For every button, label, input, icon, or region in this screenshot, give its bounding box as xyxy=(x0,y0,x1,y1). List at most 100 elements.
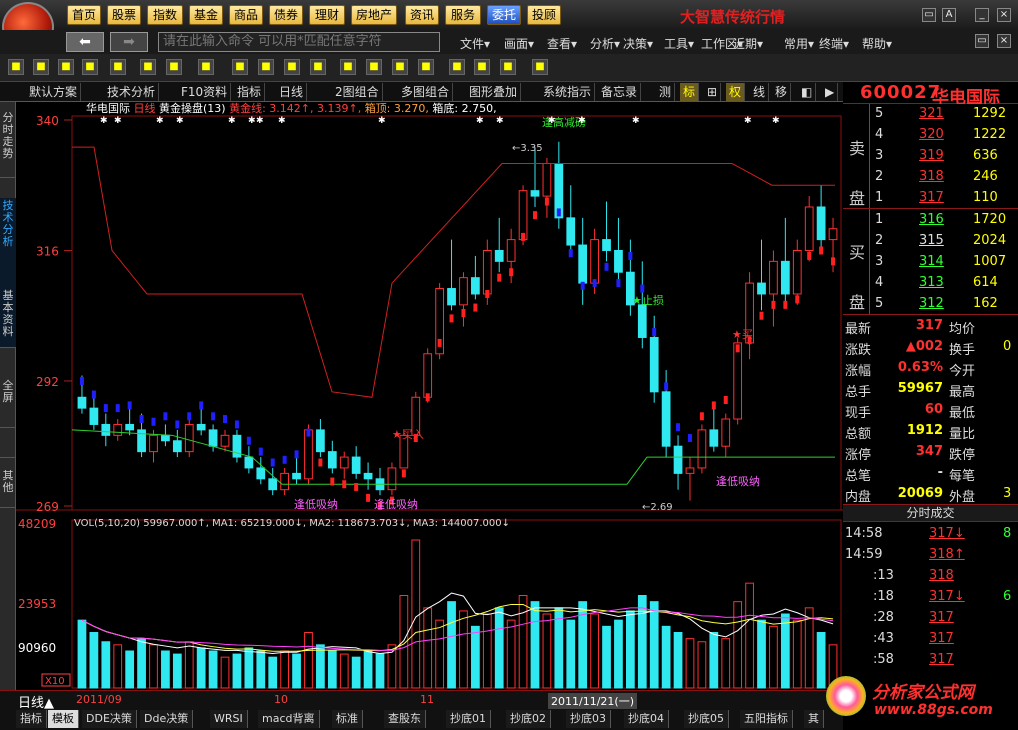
command-input[interactable]: 请在此输入命令 可以用*匹配任意字符 xyxy=(158,32,440,52)
tab-17[interactable]: ▶ xyxy=(822,83,839,101)
bottom-tab-13[interactable]: 五阳指标 xyxy=(740,710,793,728)
bottom-tab-4[interactable]: WRSI xyxy=(210,710,248,728)
menu-item-1[interactable]: 画面▾ xyxy=(504,35,534,52)
dots-icon[interactable]: ■ xyxy=(232,59,248,75)
cursor-icon[interactable]: ■ xyxy=(166,59,182,75)
menu-item-4[interactable]: 决策▾ xyxy=(623,35,653,52)
tab-3[interactable]: 指标 xyxy=(234,83,266,101)
close-icon[interactable]: × xyxy=(997,8,1011,22)
warning-icon[interactable]: ■ xyxy=(258,59,274,75)
diamond-icon[interactable]: ■ xyxy=(532,59,548,75)
image-icon[interactable]: ■ xyxy=(366,59,382,75)
top-menu-0[interactable]: 首页 xyxy=(67,5,101,25)
candle-body xyxy=(661,391,671,447)
kline-chart[interactable]: 340 316 292 269 华电国际 日线 黄金操盘(13) 黄金线: 3.142↑… xyxy=(16,101,843,690)
top-menu-11[interactable]: 投顾 xyxy=(527,5,561,25)
bottom-tab-10[interactable]: 抄底03 xyxy=(566,710,611,728)
bottom-tab-11[interactable]: 抄底04 xyxy=(624,710,669,728)
back-button[interactable]: ⬅ xyxy=(66,32,104,52)
p-icon[interactable]: ■ xyxy=(82,59,98,75)
tab-16[interactable]: ◧ xyxy=(798,83,817,101)
tab-6[interactable]: 多图组合 xyxy=(398,83,454,101)
top-menu-5[interactable]: 债券 xyxy=(269,5,303,25)
bottom-tab-1[interactable]: 模板 xyxy=(48,710,79,728)
top-menu-8[interactable]: 资讯 xyxy=(405,5,439,25)
home-icon[interactable]: ■ xyxy=(284,59,300,75)
bottom-tab-5[interactable]: macd背离 xyxy=(258,710,320,728)
bell-icon[interactable]: ■ xyxy=(310,59,326,75)
bar-icon[interactable]: ■ xyxy=(198,59,214,75)
forward-button[interactable]: ➡ xyxy=(110,32,148,52)
bottom-tab-8[interactable]: 抄底01 xyxy=(446,710,491,728)
tab-1[interactable]: 技术分析 xyxy=(104,83,160,101)
left-nav-0[interactable]: 分时走势 xyxy=(0,110,16,178)
ask-volume: 636 xyxy=(973,148,998,163)
top-menu-10[interactable]: 委托 xyxy=(487,5,521,25)
left-nav-2[interactable]: 基本资料 xyxy=(0,288,16,458)
info-icon[interactable]: A xyxy=(942,8,956,22)
folder-icon[interactable]: ■ xyxy=(8,59,24,75)
tab-15[interactable]: 移 xyxy=(772,83,792,101)
tab-4[interactable]: 日线 xyxy=(276,83,308,101)
bottom-tab-12[interactable]: 抄底05 xyxy=(684,710,729,728)
ticks-title[interactable]: 分时成交 xyxy=(843,504,1018,522)
bottom-tab-9[interactable]: 抄底02 xyxy=(506,710,551,728)
top-menu-9[interactable]: 服务 xyxy=(445,5,481,25)
pause-icon[interactable]: ■ xyxy=(110,59,126,75)
menu-item-2[interactable]: 查看▾ xyxy=(547,35,577,52)
top-menu-4[interactable]: 商品 xyxy=(229,5,263,25)
bottom-tab-2[interactable]: DDE决策 xyxy=(82,710,137,728)
tab-8[interactable]: 系统指示 xyxy=(540,83,596,101)
menu-item-8[interactable]: 常用▾ xyxy=(784,35,814,52)
bottom-tab-6[interactable]: 标准 xyxy=(332,710,363,728)
candle-body xyxy=(77,396,87,409)
header-name: 华电国际 xyxy=(86,102,134,115)
top-menu-2[interactable]: 指数 xyxy=(147,5,183,25)
minimize-icon[interactable]: _ xyxy=(975,8,989,22)
top-menu-3[interactable]: 基金 xyxy=(189,5,223,25)
tab-10[interactable]: 测 xyxy=(656,83,676,101)
tab-11[interactable]: 标 xyxy=(680,83,700,101)
close-sub-icon[interactable]: × xyxy=(997,34,1011,48)
tab-7[interactable]: 图形叠加 xyxy=(466,83,522,101)
tab-9[interactable]: 备忘录 xyxy=(598,83,642,101)
menu-item-9[interactable]: 终端▾ xyxy=(819,35,849,52)
tab-2[interactable]: F10资料 xyxy=(178,83,232,101)
restore-icon[interactable]: ▭ xyxy=(975,34,989,48)
tab-5[interactable]: 2图组合 xyxy=(332,83,383,101)
grid-icon[interactable]: ■ xyxy=(58,59,74,75)
period-label[interactable]: 日线▲ xyxy=(18,692,54,711)
gold-dot xyxy=(282,455,287,464)
tab-0[interactable]: 默认方案 xyxy=(26,83,82,101)
ruler-icon[interactable]: ■ xyxy=(418,59,434,75)
bottom-tab-3[interactable]: Dde决策 xyxy=(140,710,194,728)
menu-item-7[interactable]: 近期▾ xyxy=(733,35,763,52)
tab-12[interactable]: ⊞ xyxy=(704,83,722,101)
move-icon[interactable]: ■ xyxy=(140,59,156,75)
left-nav-4[interactable]: 其他 xyxy=(0,468,16,508)
left-nav-3[interactable]: 全屏 xyxy=(0,378,16,428)
box-icon[interactable]: ■ xyxy=(474,59,490,75)
chart-area[interactable]: 340 316 292 269 华电国际 日线 黄金操盘(13) 黄金线: 3.142↑… xyxy=(16,101,843,690)
tab-13[interactable]: 权 xyxy=(726,83,746,101)
bottom-tab-14[interactable]: 其 xyxy=(804,710,824,728)
volume-bar xyxy=(685,638,695,689)
pen-icon[interactable]: ■ xyxy=(392,59,408,75)
candle-body xyxy=(542,162,552,197)
stack-icon[interactable]: ■ xyxy=(500,59,516,75)
menu-item-5[interactable]: 工具▾ xyxy=(664,35,694,52)
chart-icon[interactable]: ■ xyxy=(33,59,49,75)
top-menu-7[interactable]: 房地产 xyxy=(351,5,397,25)
menu-item-0[interactable]: 文件▾ xyxy=(460,35,490,52)
menu-item-3[interactable]: 分析▾ xyxy=(590,35,620,52)
list-icon[interactable]: ■ xyxy=(449,59,465,75)
top-menu-6[interactable]: 理财 xyxy=(309,5,345,25)
stats-divider xyxy=(843,314,1018,315)
draw-icon[interactable]: ■ xyxy=(340,59,356,75)
menu-item-10[interactable]: 帮助▾ xyxy=(862,35,892,52)
monitor-icon[interactable]: ▭ xyxy=(922,8,936,22)
bottom-tab-0[interactable]: 指标 xyxy=(16,710,47,728)
tab-14[interactable]: 线 xyxy=(750,83,770,101)
top-menu-1[interactable]: 股票 xyxy=(107,5,141,25)
bottom-tab-7[interactable]: 查股东 xyxy=(384,710,426,728)
